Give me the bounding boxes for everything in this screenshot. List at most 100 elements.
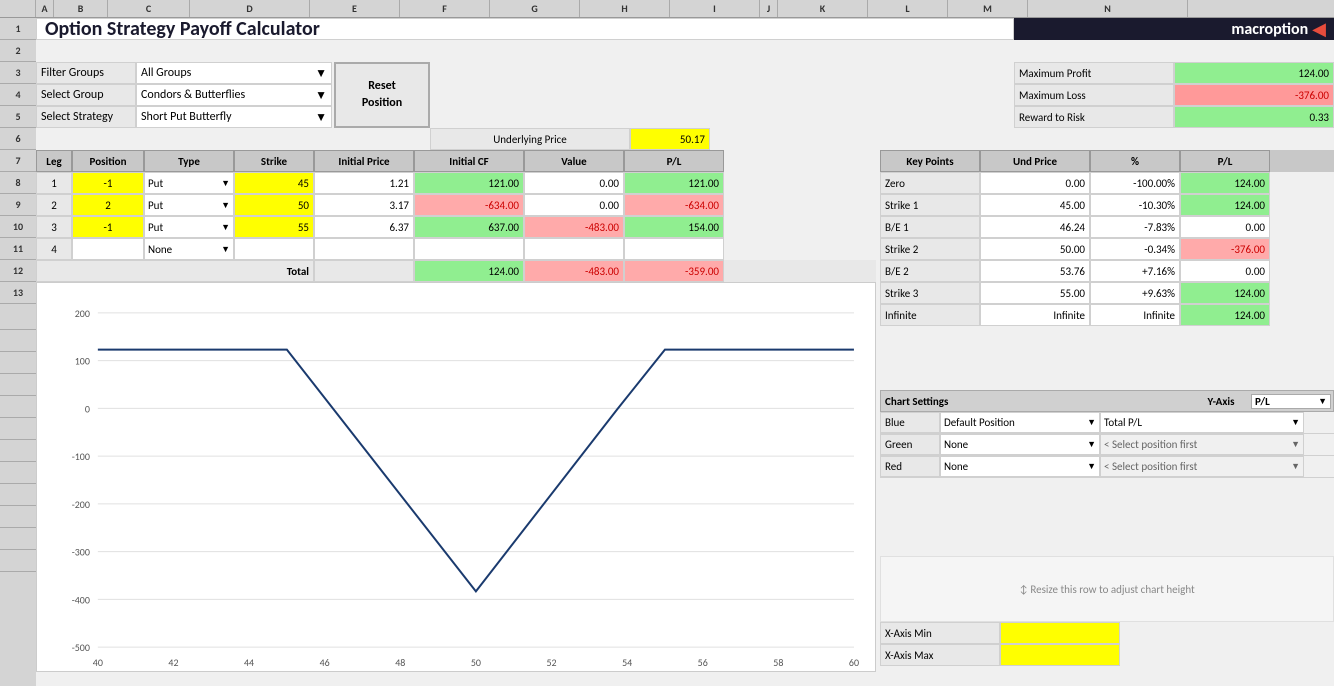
kp-row-strike1: Strike 1 45.00 -10.30% 124.00 [880,194,1334,216]
filter-groups-select[interactable]: All Groups ▼ [136,62,332,84]
kp-pl-be2: 0.00 [1180,260,1270,282]
kp-pl-be1: 0.00 [1180,216,1270,238]
max-loss-value: -376.00 [1174,84,1334,106]
td-position-4[interactable] [72,238,144,260]
td-initial-price-1: 1.21 [314,172,414,194]
svg-text:56: 56 [698,657,708,669]
xaxis-min-value[interactable] [1000,622,1120,644]
rn-15 [0,330,36,352]
rn-24 [0,528,36,550]
cs-red-right-select[interactable]: < Select position first ▼ [1100,456,1304,477]
svg-text:-500: -500 [72,642,90,654]
rn-3: 3 [0,62,36,84]
title-area: Option Strategy Payoff Calculator [36,18,1014,40]
kp-undprice-zero: 0.00 [980,172,1090,194]
kp-undprice-be2: 53.76 [980,260,1090,282]
td-leg-4: 4 [36,238,72,260]
row-number-col: 1 2 3 4 5 6 7 8 9 10 11 12 13 [0,18,36,686]
table-header: Leg Position Type Strike Initial Price I… [36,150,876,172]
svg-text:50: 50 [471,657,481,669]
select-strategy-select[interactable]: Short Put Butterfly ▼ [136,106,332,128]
svg-text:-100: -100 [72,451,90,463]
th-strike: Strike [234,150,314,172]
kp-pct-strike3: +9.63% [1090,282,1180,304]
cs-red-select[interactable]: None ▼ [940,456,1100,477]
svg-text:46: 46 [320,657,330,669]
td-strike-1[interactable]: 45 [234,172,314,194]
svg-text:42: 42 [168,657,178,669]
kp-row-be2: B/E 2 53.76 +7.16% 0.00 [880,260,1334,282]
total-label: Total [36,260,314,282]
reset-position-button[interactable]: ResetPosition [334,62,430,128]
col-l: L [868,0,948,17]
resize-hint: ↕ Resize this row to adjust chart height [880,556,1334,622]
select-strategy-label: Select Strategy [36,106,136,128]
reward-risk-value: 0.33 [1174,106,1334,128]
select-group-select[interactable]: Condors & Butterflies ▼ [136,84,332,106]
td-initial-price-4 [314,238,414,260]
svg-text:-300: -300 [72,547,90,559]
cs-blue-right-select[interactable]: Total P/L ▼ [1100,412,1304,433]
td-position-1[interactable]: -1 [72,172,144,194]
rn-17 [0,374,36,396]
rn-10: 10 [0,216,36,238]
cs-green-select[interactable]: None ▼ [940,434,1100,455]
th-initial-price: Initial Price [314,150,414,172]
rn-7: 7 [0,150,36,172]
rn-25 [0,550,36,572]
cs-green-right-select[interactable]: < Select position first ▼ [1100,434,1304,455]
xaxis-max-value[interactable] [1000,644,1120,666]
svg-text:48: 48 [395,657,405,669]
rn-18 [0,396,36,418]
payoff-chart: 200 100 0 -100 -200 -300 -400 -500 40 42… [37,283,875,671]
td-strike-2[interactable]: 50 [234,194,314,216]
td-initial-cf-3: 637.00 [414,216,524,238]
spreadsheet-container: A B C D E F G H I J K L M N 1 2 3 4 5 6 … [0,0,1334,686]
td-pl-3: 154.00 [624,216,724,238]
rn-21 [0,462,36,484]
kp-pct-strike2: -0.34% [1090,238,1180,260]
kp-row-strike3: Strike 3 55.00 +9.63% 124.00 [880,282,1334,304]
kp-pl-strike3: 124.00 [1180,282,1270,304]
table-row-4: 4 None▼ [36,238,876,260]
table-row-1: 1 -1 Put▼ 45 1.21 121.00 0.00 121.00 [36,172,876,194]
kp-th-label: Key Points [880,150,980,172]
td-leg-2: 2 [36,194,72,216]
y-axis-select[interactable]: P/L ▼ [1251,394,1331,409]
rn-8: 8 [0,172,36,194]
kp-pct-strike1: -10.30% [1090,194,1180,216]
cs-blue-select[interactable]: Default Position ▼ [940,412,1100,433]
svg-text:100: 100 [75,356,90,368]
logo-text: macroption [1231,20,1308,39]
td-value-1: 0.00 [524,172,624,194]
td-type-3[interactable]: Put▼ [144,216,234,238]
td-type-1[interactable]: Put▼ [144,172,234,194]
xaxis-min-row: X-Axis Min [880,622,1334,644]
td-strike-4[interactable] [234,238,314,260]
kp-row-be1: B/E 1 46.24 -7.83% 0.00 [880,216,1334,238]
svg-text:58: 58 [773,657,783,669]
kp-pl-zero: 124.00 [1180,172,1270,194]
td-strike-3[interactable]: 55 [234,216,314,238]
max-profit-label: Maximum Profit [1014,62,1174,84]
underlying-price-value[interactable]: 50.17 [630,128,710,150]
rn-9: 9 [0,194,36,216]
td-position-2[interactable]: 2 [72,194,144,216]
td-pl-4 [624,238,724,260]
td-type-2[interactable]: Put▼ [144,194,234,216]
total-row: Total 124.00 -483.00 -359.00 [36,260,876,282]
td-value-3: -483.00 [524,216,624,238]
rn-2: 2 [0,40,36,62]
td-value-4 [524,238,624,260]
th-value: Value [524,150,624,172]
rn-13: 13 [0,282,36,304]
rn-11: 11 [0,238,36,260]
max-profit-value: 124.00 [1174,62,1334,84]
kp-pct-be1: -7.83% [1090,216,1180,238]
rn-5: 5 [0,106,36,128]
total-empty-price [314,260,414,282]
cs-row-green: Green None ▼ < Select position first ▼ [880,434,1334,456]
td-position-3[interactable]: -1 [72,216,144,238]
td-type-4[interactable]: None▼ [144,238,234,260]
th-type: Type [144,150,234,172]
